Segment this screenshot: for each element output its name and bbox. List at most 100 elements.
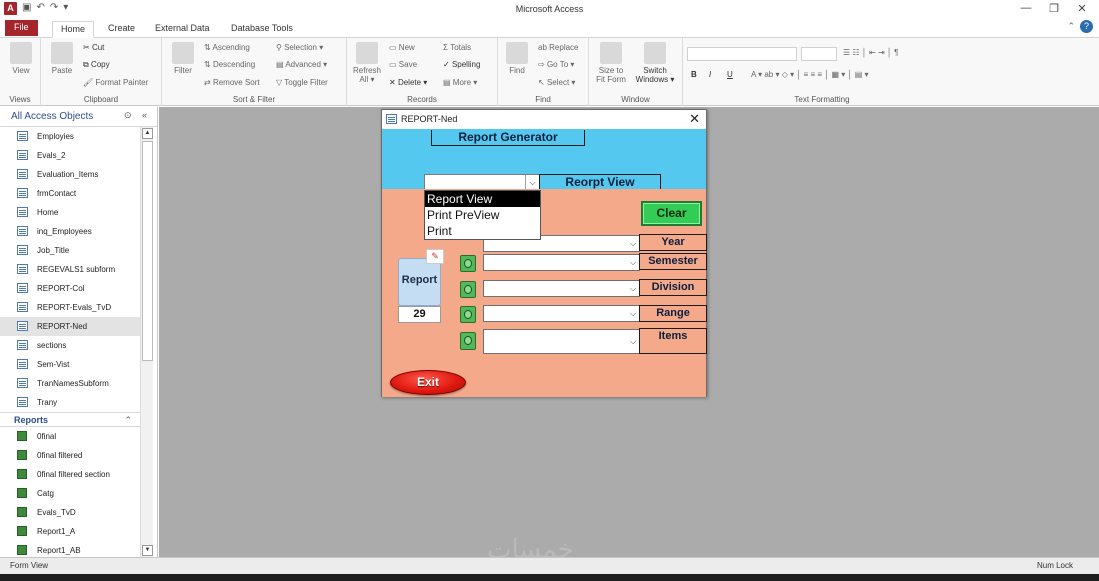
save-record-icon: ▭ (389, 60, 397, 69)
nav-item-form[interactable]: Employies (0, 127, 140, 146)
scroll-up-icon[interactable]: ▲ (142, 128, 153, 139)
tab-file[interactable]: File (5, 20, 38, 36)
nav-scrollbar[interactable]: ▲ ▼ (140, 127, 153, 557)
size-to-fit-button[interactable]: Size to Fit Form (593, 42, 629, 84)
bold-icon[interactable]: B (691, 70, 697, 79)
items-combo[interactable]: ⌵ (483, 329, 640, 354)
items-toggle[interactable] (460, 332, 476, 350)
toggle-filter-button[interactable]: ▽ Toggle Filter (276, 78, 328, 87)
nav-item-report[interactable]: 0final filtered (0, 446, 140, 465)
select-button[interactable]: ↖ Select ▾ (538, 78, 575, 87)
nav-item-form-selected[interactable]: REPORT-Ned (0, 317, 140, 336)
replace-button[interactable]: ab Replace (538, 43, 579, 52)
nav-item-report[interactable]: Evals_TvD (0, 503, 140, 522)
report-button[interactable]: ✎ Report (398, 249, 444, 306)
range-combo[interactable]: ⌵ (483, 305, 640, 322)
scroll-thumb[interactable] (142, 141, 153, 361)
tab-external-data[interactable]: External Data (147, 21, 218, 38)
nav-menu-chevron-icon[interactable]: ⊙ (124, 110, 132, 121)
switch-windows-icon (644, 42, 666, 64)
help-icon[interactable]: ? (1080, 20, 1093, 33)
filter-button[interactable]: Filter (170, 42, 196, 75)
selection-filter-icon: ⚲ (276, 43, 282, 52)
paste-button[interactable]: Paste (49, 42, 75, 75)
nav-item-report[interactable]: Catg (0, 484, 140, 503)
more-button[interactable]: ▤ More ▾ (443, 78, 477, 87)
new-record-button[interactable]: ▭ New (389, 43, 415, 52)
range-toggle[interactable] (460, 306, 476, 323)
form-close-icon[interactable]: ✕ (689, 111, 700, 127)
nav-item-form[interactable]: REGEVALS1 subform (0, 260, 140, 279)
exit-button[interactable]: Exit (390, 367, 468, 398)
minimize-icon[interactable]: — (1016, 2, 1036, 14)
tab-home[interactable]: Home (52, 21, 95, 38)
goto-button[interactable]: ⇨ Go To ▾ (538, 60, 574, 69)
nav-item-form[interactable]: TranNamesSubform (0, 374, 140, 393)
tab-create[interactable]: Create (100, 21, 143, 38)
clear-button[interactable]: Clear (641, 201, 702, 226)
nav-object-list: Employies Evals_2 Evaluation_Items frmCo… (0, 127, 140, 557)
save-record-button[interactable]: ▭ Save (389, 60, 417, 69)
shutter-bar-close-icon[interactable]: « (142, 110, 147, 120)
division-combo[interactable]: ⌵ (483, 280, 640, 297)
form-icon (17, 131, 28, 141)
totals-button[interactable]: Σ Totals (443, 43, 471, 52)
nav-section-reports[interactable]: Reports ⌃ (0, 412, 140, 427)
nav-item-form[interactable]: frmContact (0, 184, 140, 203)
dropdown-option-print-preview[interactable]: Print PreView (425, 207, 540, 223)
nav-item-form[interactable]: Evals_2 (0, 146, 140, 165)
font-name-select[interactable] (687, 47, 797, 61)
font-size-select[interactable] (801, 47, 837, 61)
descending-button[interactable]: ⇅ Descending (204, 60, 255, 69)
underline-icon[interactable]: U (727, 70, 733, 79)
copy-button[interactable]: ⧉ Copy (83, 60, 110, 70)
chevron-down-icon[interactable]: ⌵ (525, 175, 539, 190)
nav-item-form[interactable]: sections (0, 336, 140, 355)
cut-button[interactable]: ✂ Cut (83, 43, 104, 52)
list-format-icons[interactable]: ☰ ☷ │ ⇤ ⇥ │ ¶ (843, 48, 898, 57)
nav-item-form[interactable]: Home (0, 203, 140, 222)
selection-button[interactable]: ⚲ Selection ▾ (276, 43, 323, 52)
nav-item-form[interactable]: Trany (0, 393, 140, 412)
nav-item-form[interactable]: Sem-Vist (0, 355, 140, 374)
chevron-down-icon: ⌵ (629, 239, 637, 248)
remove-sort-button[interactable]: ⇄ Remove Sort (204, 78, 260, 87)
division-label: Division (639, 279, 707, 296)
nav-item-report[interactable]: Report1_AB (0, 541, 140, 557)
ascending-button[interactable]: ⇅ Ascending (204, 43, 250, 52)
collapse-ribbon-icon[interactable]: ⌃ (1067, 21, 1075, 32)
scroll-down-icon[interactable]: ▼ (142, 545, 153, 556)
switch-windows-button[interactable]: Switch Windows ▾ (633, 42, 677, 84)
restore-icon[interactable]: ❐ (1044, 2, 1064, 15)
view-button[interactable]: View (8, 42, 34, 75)
nav-item-report[interactable]: 0final filtered section (0, 465, 140, 484)
form-header-section: Report Generator ⌵ Reorpt View (382, 129, 706, 191)
semester-combo[interactable]: ⌵ (483, 254, 640, 271)
nav-item-form[interactable]: Evaluation_Items (0, 165, 140, 184)
nav-item-report[interactable]: Report1_A (0, 522, 140, 541)
tab-database-tools[interactable]: Database Tools (223, 21, 301, 38)
nav-item-report[interactable]: 0final (0, 427, 140, 446)
delete-record-button[interactable]: ✕ Delete ▾ (389, 78, 427, 87)
nav-item-form[interactable]: REPORT-Col (0, 279, 140, 298)
font-color-icons[interactable]: A ▾ ab ▾ ◇ ▾ │ ≡ ≡ ≡ │ ▦ ▾ │ ▤ ▾ (751, 70, 868, 79)
advanced-button[interactable]: ▤ Advanced ▾ (276, 60, 327, 69)
find-button[interactable]: Find (504, 42, 530, 75)
chevron-down-icon: ⌵ (629, 309, 637, 318)
nav-item-form[interactable]: inq_Employees (0, 222, 140, 241)
dropdown-option-report-view[interactable]: Report View (425, 191, 540, 207)
nav-pane-header[interactable]: All Access Objects ⊙ « (0, 107, 157, 127)
format-painter-button[interactable]: 🖌 Format Painter (83, 78, 148, 87)
division-toggle[interactable] (460, 281, 476, 298)
refresh-all-button[interactable]: Refresh All ▾ (352, 42, 382, 84)
italic-icon[interactable]: I (709, 70, 711, 79)
dropdown-option-print[interactable]: Print (425, 223, 540, 239)
nav-item-form[interactable]: REPORT-Evals_TvD (0, 298, 140, 317)
close-icon[interactable]: ✕ (1072, 2, 1092, 15)
spelling-button[interactable]: ✓ Spelling (443, 60, 480, 69)
nav-item-form[interactable]: Job_Title (0, 241, 140, 260)
form-title-bar[interactable]: REPORT-Ned ✕ (382, 110, 706, 129)
collapse-section-icon[interactable]: ⌃ (124, 413, 132, 428)
semester-toggle[interactable] (460, 255, 476, 272)
form-icon (17, 397, 28, 407)
